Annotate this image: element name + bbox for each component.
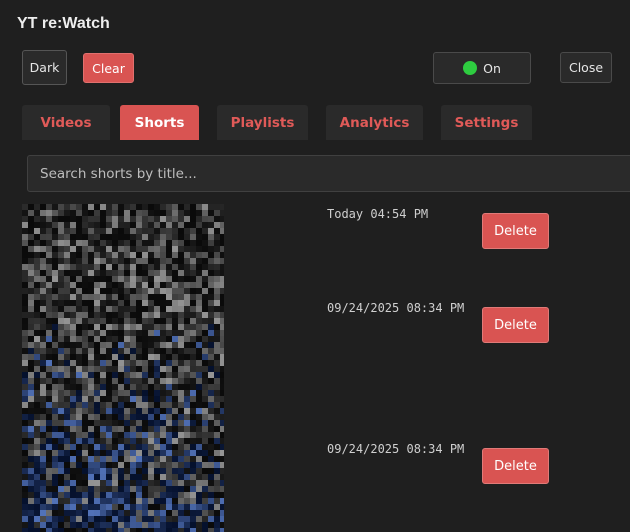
tab-settings[interactable]: Settings (441, 105, 532, 140)
tab-analytics[interactable]: Analytics (326, 105, 423, 140)
delete-button[interactable]: Delete (482, 213, 549, 249)
tracking-toggle-label: On (483, 60, 501, 76)
search-input[interactable] (27, 155, 630, 192)
short-date: 09/24/2025 08:34 PM (327, 442, 465, 456)
short-thumbnail[interactable] (22, 204, 224, 532)
thumbnail-image (22, 204, 224, 532)
tab-videos[interactable]: Videos (22, 105, 110, 140)
app-title: YT re:Watch (17, 15, 110, 32)
delete-button[interactable]: Delete (482, 307, 549, 343)
theme-toggle-button[interactable]: Dark (22, 50, 67, 85)
close-button[interactable]: Close (560, 52, 612, 83)
delete-button[interactable]: Delete (482, 448, 549, 484)
tab-playlists[interactable]: Playlists (217, 105, 308, 140)
short-date: 09/24/2025 08:34 PM (327, 301, 465, 315)
short-date: Today 04:54 PM (327, 207, 429, 221)
status-dot-icon (463, 61, 478, 75)
clear-button[interactable]: Clear (83, 53, 134, 83)
tab-shorts[interactable]: Shorts (120, 105, 199, 140)
app-panel: YT re:Watch Dark Clear On Close Videos S… (0, 0, 630, 532)
tracking-toggle-button[interactable]: On (433, 52, 531, 84)
